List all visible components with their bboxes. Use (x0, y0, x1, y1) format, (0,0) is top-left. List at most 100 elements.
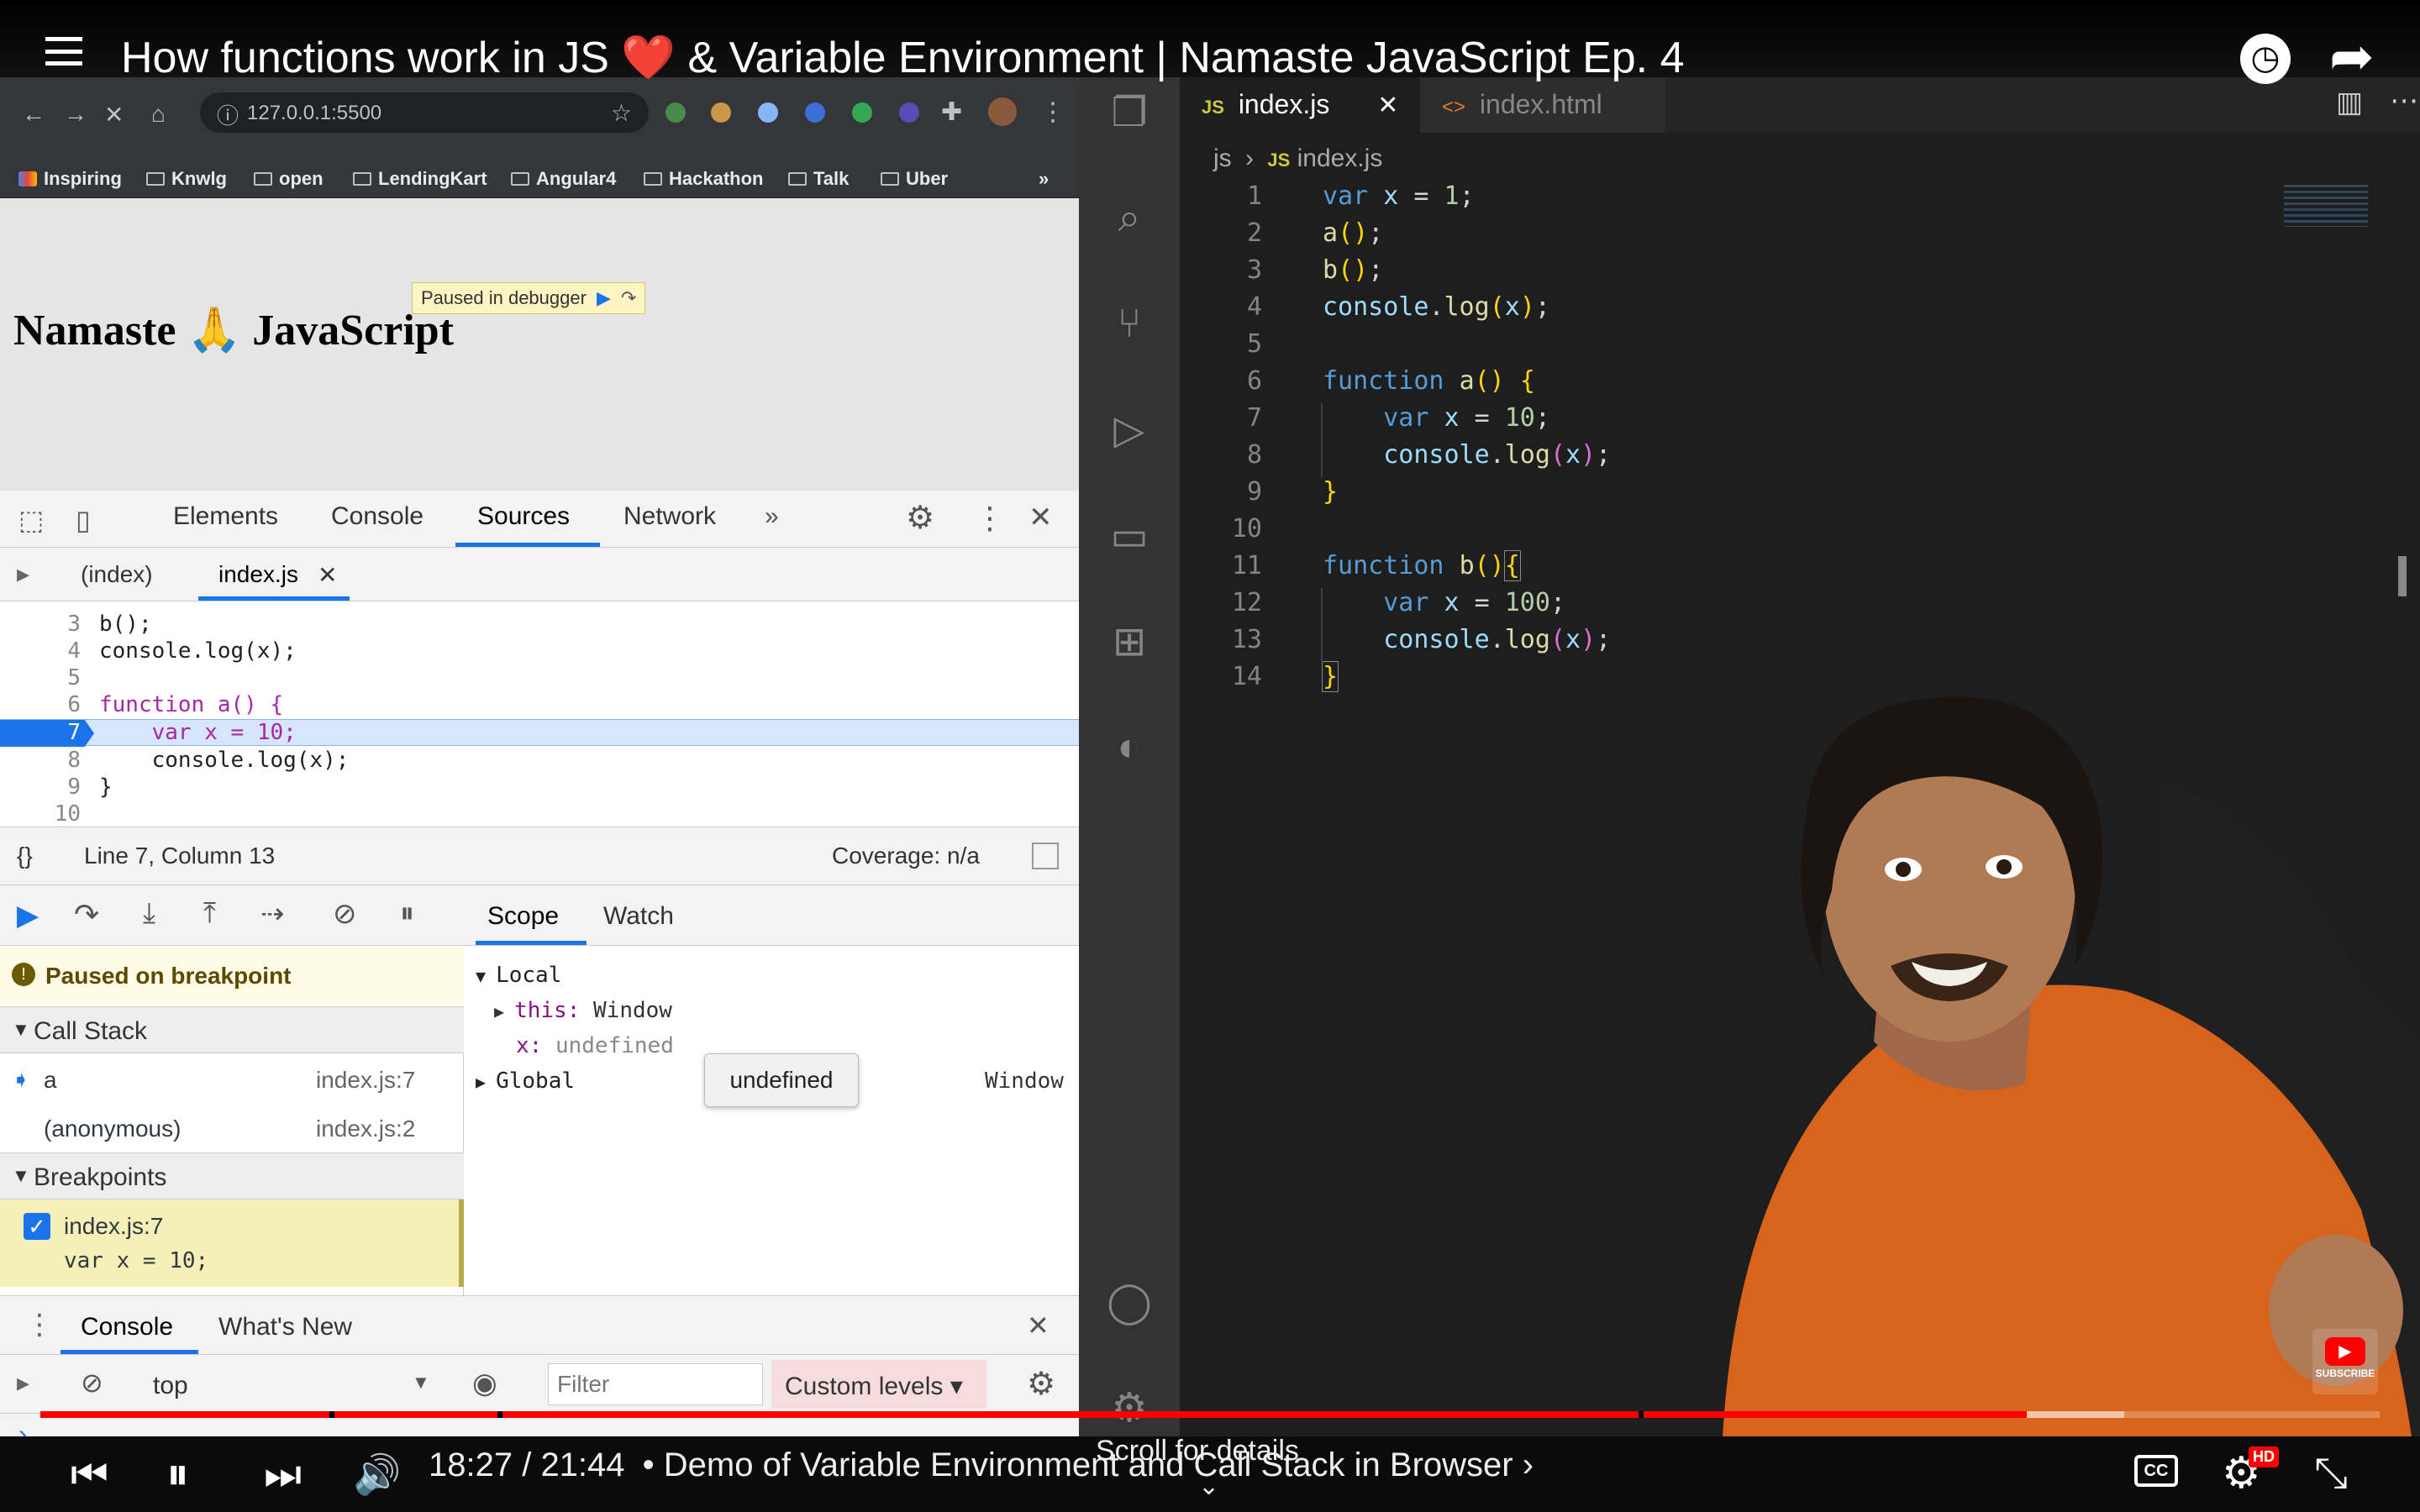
pause-on-exceptions-icon[interactable]: ⏸ (400, 897, 414, 930)
pause-icon[interactable]: ⏸ (166, 1448, 189, 1501)
info-icon[interactable]: ⓘ (217, 99, 239, 130)
gear-icon[interactable]: ⚙ (1027, 1365, 1055, 1403)
cookie-extension-icon[interactable] (711, 102, 731, 123)
step-into-icon[interactable]: ⤓ (143, 897, 155, 930)
toggle-navigator-icon[interactable]: ▸ (17, 559, 29, 589)
breakpoint-item[interactable]: ✓ index.js:7 var x = 10; (0, 1200, 464, 1287)
bookmark-item[interactable]: Hackathon (644, 168, 763, 190)
home-icon[interactable]: ⌂ (151, 101, 166, 128)
bookmark-item[interactable]: Inspiring (18, 168, 122, 190)
extension-icon[interactable] (666, 102, 686, 123)
scroll-for-details[interactable]: Scroll for details (1096, 1435, 1299, 1467)
zoom-extension-icon[interactable] (805, 102, 825, 123)
close-icon[interactable]: ✕ (1028, 501, 1053, 534)
files-icon[interactable]: ❐ (1104, 89, 1155, 139)
share-icon[interactable]: ➦ (2329, 25, 2375, 88)
bookmark-item[interactable]: Uber (881, 168, 948, 190)
video-title[interactable]: How functions work in JS ❤️ & Variable E… (121, 32, 1685, 83)
close-icon[interactable]: ✕ (318, 561, 337, 589)
back-icon[interactable]: ← (22, 101, 45, 128)
next-icon[interactable]: ⏭ (264, 1450, 302, 1499)
scope-x[interactable]: x: undefined (516, 1033, 674, 1058)
stop-icon[interactable]: ✕ (104, 101, 124, 129)
close-icon[interactable]: ✕ (1377, 92, 1398, 119)
step-over-icon[interactable]: ↷ (74, 897, 99, 932)
chevron-down-icon[interactable]: ▼ (412, 1372, 430, 1394)
tab-elements[interactable]: Elements (173, 502, 278, 531)
grammarly-extension-icon[interactable] (852, 102, 872, 123)
previous-icon[interactable]: ⏮ (71, 1450, 108, 1499)
scrollbar-thumb[interactable] (2398, 556, 2407, 596)
bookmark-item[interactable]: open (254, 168, 324, 190)
close-icon[interactable]: ✕ (1027, 1310, 1050, 1341)
console-prompt[interactable]: › (18, 1420, 27, 1436)
playlist-menu-icon[interactable] (45, 37, 82, 66)
subscribe-watermark[interactable]: ▶ SUBSCRIBE (2312, 1329, 2378, 1394)
file-tab-index[interactable]: (index) (81, 561, 153, 588)
chapter-title[interactable]: • Demo of Variable Environment and Call … (643, 1446, 1534, 1483)
bookmark-item[interactable]: Knwlg (146, 168, 227, 190)
tab-console[interactable]: Console (331, 502, 424, 531)
minimap[interactable] (2284, 185, 2368, 227)
forward-icon[interactable]: → (64, 101, 87, 128)
kebab-menu-icon[interactable]: ⋮ (975, 501, 1005, 536)
kebab-menu-icon[interactable]: ⋮ (1040, 97, 1065, 127)
pretty-print-button[interactable]: {} (17, 843, 33, 869)
eye-icon[interactable]: ◉ (472, 1367, 497, 1400)
call-frame-a[interactable]: ➧ a index.js:7 (0, 1055, 464, 1104)
profile-avatar[interactable] (988, 97, 1017, 126)
tab-sources[interactable]: Sources (477, 502, 570, 531)
device-toolbar-icon[interactable]: ▯ (76, 504, 91, 536)
bookmarks-more[interactable]: » (1039, 168, 1049, 190)
tab-index-html[interactable]: <> index.html (1420, 77, 1665, 133)
call-frame-anonymous[interactable]: (anonymous) index.js:2 (0, 1104, 464, 1152)
tab-whats-new[interactable]: What's New (218, 1313, 352, 1341)
step-icon[interactable]: ⇢ (260, 897, 285, 931)
bookmark-item[interactable]: LendingKart (353, 168, 487, 190)
tab-network[interactable]: Network (623, 502, 716, 531)
tab-index-js[interactable]: JS index.js ✕ (1180, 77, 1420, 133)
toggle-sidebar-icon[interactable]: ▸ (17, 1368, 29, 1398)
more-actions-icon[interactable]: ⋯ (2390, 84, 2418, 118)
step-out-icon[interactable]: ⤒ (203, 897, 216, 930)
watch-later-clock-icon[interactable]: ◷ (2240, 34, 2291, 84)
tab-watch[interactable]: Watch (603, 902, 674, 931)
source-editor[interactable]: 3 b(); 4 console.log(x); 5 6 function a() {… (0, 601, 1079, 827)
log-levels-dropdown[interactable]: Custom levels ▾ (785, 1372, 963, 1401)
scope-this[interactable]: ▶ this: Window (494, 998, 672, 1023)
split-editor-icon[interactable]: ▥ (2336, 86, 2363, 119)
more-tabs-icon[interactable]: » (765, 502, 779, 531)
address-bar[interactable]: ⓘ 127.0.0.1:5500 ☆ (200, 92, 649, 133)
gear-icon[interactable]: ⚙ (906, 499, 934, 537)
captions-icon[interactable]: CC (2134, 1455, 2178, 1487)
breakpoints-header[interactable]: ▼ Breakpoints (0, 1152, 464, 1200)
bookmark-item[interactable]: Talk (788, 168, 849, 190)
bookmark-item[interactable]: Angular4 (511, 168, 616, 190)
kebab-menu-icon[interactable]: ⋮ (25, 1308, 54, 1341)
progress-bar[interactable] (40, 1411, 2380, 1418)
clear-console-icon[interactable]: ⊘ (81, 1367, 103, 1399)
resume-icon[interactable]: ▶ (17, 899, 39, 932)
file-tab-indexjs[interactable]: index.js (218, 561, 298, 588)
scope-local[interactable]: ▼ Local (476, 963, 561, 988)
extension-icon[interactable] (758, 102, 778, 123)
breadcrumb-file[interactable]: index.js (1297, 144, 1383, 172)
coverage-toggle-icon[interactable] (1032, 843, 1059, 869)
resume-icon[interactable]: ▶ (597, 287, 611, 309)
inspect-element-icon[interactable]: ⬚ (18, 504, 44, 536)
scope-global[interactable]: ▶ Global (476, 1068, 575, 1094)
extensions-puzzle-icon[interactable]: ✚ (941, 97, 962, 127)
breadcrumb-folder[interactable]: js (1213, 144, 1232, 172)
volume-icon[interactable]: 🔊 (353, 1452, 401, 1498)
call-stack-header[interactable]: ▼ Call Stack (0, 1006, 464, 1053)
tab-scope[interactable]: Scope (487, 902, 559, 931)
breakpoint-checkbox[interactable]: ✓ (24, 1213, 50, 1240)
time-and-chapter[interactable]: 18:27 / 21:44 • Demo of Variable Environ… (429, 1446, 1534, 1484)
chevron-down-icon[interactable]: ⌄ (1198, 1472, 1219, 1501)
code-editor[interactable]: 1 var x = 1; 2 a(); 3 b(); 4 console.log(x);… (1079, 181, 2339, 736)
step-over-icon[interactable]: ↷ (621, 287, 636, 309)
filter-input[interactable] (548, 1363, 763, 1405)
account-icon[interactable]: ◯ (1104, 1278, 1155, 1329)
context-selector[interactable]: top (153, 1372, 188, 1400)
tab-console[interactable]: Console (81, 1313, 173, 1341)
